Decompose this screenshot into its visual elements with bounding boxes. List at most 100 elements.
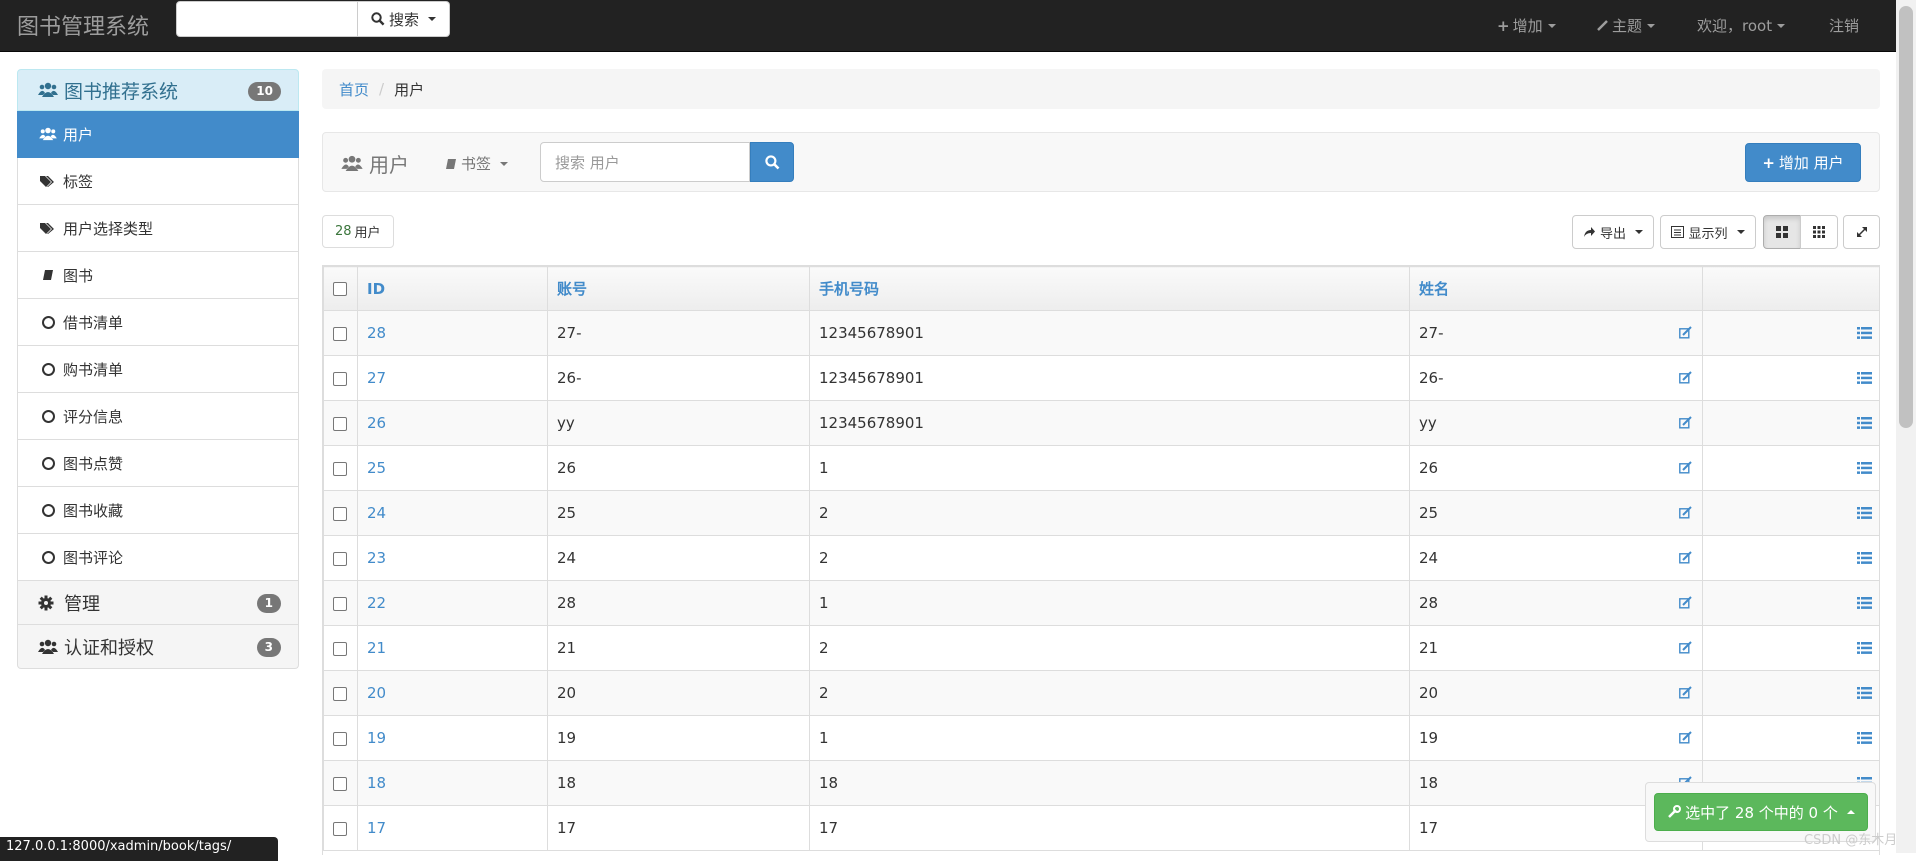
fullscreen-button[interactable] bbox=[1843, 215, 1880, 249]
nav-user-menu[interactable]: 欢迎， root bbox=[1697, 0, 1786, 51]
row-id-link[interactable]: 17 bbox=[367, 819, 386, 837]
list-icon[interactable] bbox=[1857, 552, 1872, 564]
navbar-search-button[interactable]: 搜索 bbox=[358, 1, 450, 37]
list-icon[interactable] bbox=[1857, 597, 1872, 609]
row-checkbox[interactable] bbox=[333, 461, 347, 476]
tags-icon bbox=[38, 222, 58, 235]
users-icon bbox=[38, 82, 58, 97]
columns-button[interactable]: 显示列 bbox=[1660, 215, 1756, 249]
nav-logout-link[interactable]: 注销 bbox=[1829, 0, 1859, 51]
column-header-id[interactable]: ID bbox=[357, 266, 548, 311]
edit-icon[interactable] bbox=[1679, 461, 1692, 474]
cell-name-text: 26- bbox=[1419, 369, 1444, 387]
sidebar-item-9[interactable]: 图书评论 bbox=[17, 534, 299, 581]
row-id-link[interactable]: 18 bbox=[367, 774, 386, 792]
row-checkbox[interactable] bbox=[333, 731, 347, 746]
row-id-link[interactable]: 20 bbox=[367, 684, 386, 702]
row-id-link[interactable]: 27 bbox=[367, 369, 386, 387]
edit-icon[interactable] bbox=[1679, 371, 1692, 384]
sidebar-item-8[interactable]: 图书收藏 bbox=[17, 487, 299, 534]
watermark-text: CSDN @东木月 bbox=[1804, 833, 1898, 848]
sidebar-item-0[interactable]: 用户 bbox=[17, 111, 299, 158]
row-checkbox[interactable] bbox=[333, 686, 347, 701]
caret-down-icon bbox=[428, 17, 436, 21]
list-icon[interactable] bbox=[1857, 462, 1872, 474]
column-header-account[interactable]: 账号 bbox=[547, 266, 810, 311]
row-select-cell bbox=[323, 625, 358, 671]
grid-small-view-button[interactable] bbox=[1800, 215, 1838, 249]
row-id-link[interactable]: 24 bbox=[367, 504, 386, 522]
export-label: 导出 bbox=[1599, 226, 1626, 242]
column-header-name[interactable]: 姓名 bbox=[1409, 266, 1703, 311]
edit-icon[interactable] bbox=[1679, 596, 1692, 609]
row-checkbox[interactable] bbox=[333, 326, 347, 341]
edit-icon[interactable] bbox=[1679, 326, 1692, 339]
bookmark-dropdown[interactable]: 书签 bbox=[445, 153, 509, 174]
row-checkbox[interactable] bbox=[333, 506, 347, 521]
edit-icon[interactable] bbox=[1679, 641, 1692, 654]
row-checkbox[interactable] bbox=[333, 371, 347, 386]
export-button[interactable]: 导出 bbox=[1572, 215, 1654, 249]
sidebar-item-6[interactable]: 评分信息 bbox=[17, 393, 299, 440]
sidebar-item-label: 图书点赞 bbox=[63, 454, 124, 473]
edit-icon[interactable] bbox=[1679, 416, 1692, 429]
cell-actions bbox=[1702, 670, 1879, 716]
edit-icon[interactable] bbox=[1679, 551, 1692, 564]
row-id-link[interactable]: 26 bbox=[367, 414, 386, 432]
breadcrumb-home-link[interactable]: 首页 bbox=[339, 79, 369, 100]
add-user-button[interactable]: + 增加 用户 bbox=[1745, 143, 1861, 182]
nav-theme-menu[interactable]: 主题 bbox=[1596, 0, 1656, 51]
edit-icon[interactable] bbox=[1679, 686, 1692, 699]
row-checkbox[interactable] bbox=[333, 776, 347, 791]
row-checkbox[interactable] bbox=[333, 641, 347, 656]
row-id-link[interactable]: 28 bbox=[367, 324, 386, 342]
list-icon[interactable] bbox=[1857, 372, 1872, 384]
scrollbar-thumb[interactable] bbox=[1899, 6, 1913, 428]
user-search-input[interactable]: 搜索 用户 bbox=[540, 142, 750, 182]
edit-icon[interactable] bbox=[1679, 731, 1692, 744]
row-id-link[interactable]: 25 bbox=[367, 459, 386, 477]
navbar-search-label: 搜索 bbox=[388, 10, 419, 29]
sidebar-item-3[interactable]: 图书 bbox=[17, 252, 299, 299]
nav-add-menu[interactable]: + 增加 bbox=[1497, 0, 1556, 51]
cell-phone: 17 bbox=[809, 805, 1410, 851]
list-icon[interactable] bbox=[1857, 642, 1872, 654]
edit-icon[interactable] bbox=[1679, 506, 1692, 519]
sidebar-item-4[interactable]: 借书清单 bbox=[17, 299, 299, 346]
list-icon[interactable] bbox=[1857, 507, 1872, 519]
user-search-button[interactable] bbox=[750, 142, 794, 182]
cell-phone: 2 bbox=[809, 670, 1410, 716]
column-header-phone[interactable]: 手机号码 bbox=[809, 266, 1410, 311]
sidebar-item-2[interactable]: 用户选择类型 bbox=[17, 205, 299, 252]
select-all-checkbox[interactable] bbox=[333, 282, 347, 296]
row-id-link[interactable]: 22 bbox=[367, 594, 386, 612]
row-checkbox[interactable] bbox=[333, 596, 347, 611]
list-icon[interactable] bbox=[1857, 732, 1872, 744]
brand-title[interactable]: 图书管理系统 bbox=[17, 9, 149, 41]
sidebar-head-book-recommend[interactable]: 图书推荐系统 10 bbox=[17, 69, 299, 111]
sidebar-item-7[interactable]: 图书点赞 bbox=[17, 440, 299, 487]
list-icon[interactable] bbox=[1857, 687, 1872, 699]
cell-name: 21 bbox=[1409, 625, 1703, 671]
grid-large-view-button[interactable] bbox=[1763, 215, 1801, 249]
navbar-search-input[interactable] bbox=[176, 1, 358, 37]
row-checkbox[interactable] bbox=[333, 821, 347, 836]
sidebar-item-5[interactable]: 购书清单 bbox=[17, 346, 299, 393]
search-icon bbox=[371, 12, 385, 26]
row-id-link[interactable]: 23 bbox=[367, 549, 386, 567]
sidebar-item-1[interactable]: 标签 bbox=[17, 158, 299, 205]
selection-actions-button[interactable]: 选中了 28 个中的 0 个 bbox=[1654, 793, 1868, 831]
row-id-link[interactable]: 19 bbox=[367, 729, 386, 747]
row-checkbox[interactable] bbox=[333, 551, 347, 566]
row-checkbox[interactable] bbox=[333, 416, 347, 431]
cell-id: 23 bbox=[357, 535, 548, 581]
page-scrollbar[interactable] bbox=[1896, 0, 1916, 853]
sidebar-group-auth[interactable]: 认证和授权 3 bbox=[17, 625, 299, 669]
cell-actions bbox=[1702, 580, 1879, 626]
table-row: 23 24 2 24 bbox=[323, 535, 1879, 581]
sidebar-group-admin[interactable]: 管理 1 bbox=[17, 581, 299, 625]
list-icon[interactable] bbox=[1857, 417, 1872, 429]
list-icon[interactable] bbox=[1857, 327, 1872, 339]
top-navbar: 图书管理系统 搜索 + 增加 主题 欢迎， root 注销 bbox=[0, 0, 1896, 52]
row-id-link[interactable]: 21 bbox=[367, 639, 386, 657]
